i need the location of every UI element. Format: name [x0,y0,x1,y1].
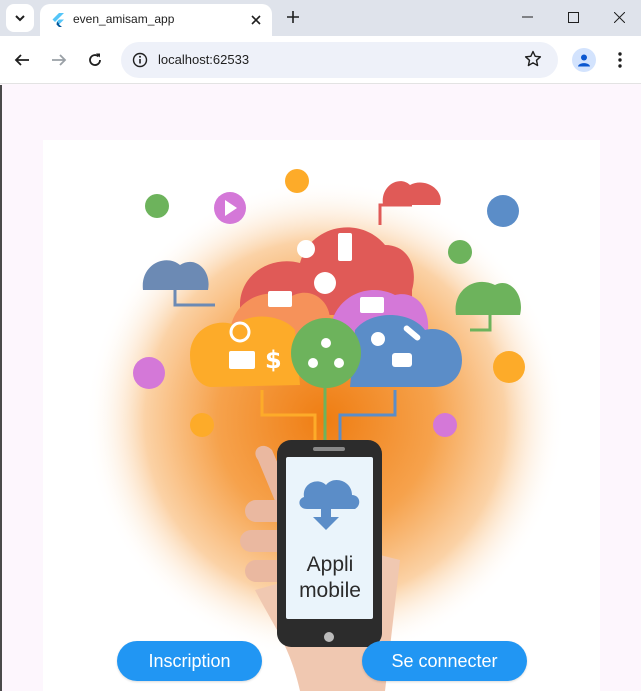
smartphone: Appli mobile [277,440,382,647]
phone-text-line2: mobile [299,579,361,602]
profile-button[interactable] [572,48,596,72]
phone-speaker [313,447,345,451]
page-viewport: $ Appli mobile Inscription Se connecter [0,85,641,691]
coffee-cup-icon [392,353,412,367]
tab-strip: even_amisam_app [0,0,641,36]
browser-toolbar: localhost:62533 [0,36,641,84]
briefcase-icon [268,291,292,307]
car-icon [448,240,472,264]
login-button[interactable]: Se connecter [362,641,527,681]
music-note-icon [487,195,519,227]
map-pin-icon [371,332,385,346]
phone-text-line1: Appli [307,553,354,576]
phone-home-button [324,632,334,642]
forward-button[interactable] [45,46,73,74]
network-node-left-icon [308,358,318,368]
maximize-icon [567,11,579,23]
dollar-icon: $ [265,346,282,374]
minimize-button[interactable] [504,0,550,34]
close-window-button[interactable] [596,0,641,34]
restaurant-icon [433,413,457,437]
cocktail-cloud-icon [382,181,441,205]
back-button[interactable] [8,46,36,74]
tab-search-button[interactable] [6,4,34,32]
new-tab-button[interactable] [282,6,304,28]
chevron-down-icon [15,15,25,22]
tab-close-button[interactable] [246,10,266,30]
maximize-button[interactable] [550,0,596,34]
rss-feed-icon [493,351,525,383]
reload-icon [89,53,101,66]
reload-button[interactable] [81,46,109,74]
headphones-icon [145,194,169,218]
flutter-icon [52,13,64,27]
more-vert-icon [618,52,622,68]
signup-button[interactable]: Inscription [117,641,262,681]
minimize-icon [521,16,533,18]
mobile-app-illustration: $ Appli mobile [85,169,565,691]
browser-menu-button[interactable] [608,48,632,72]
chat-bubble-icon [314,272,336,294]
browser-tab[interactable]: even_amisam_app [40,4,272,36]
network-node-right-icon [334,358,344,368]
ticket-icon [285,169,309,193]
camera-icon [133,357,165,389]
address-bar[interactable]: localhost:62533 [121,42,558,78]
info-icon[interactable] [132,52,148,68]
open-book-icon [229,351,255,369]
bookmark-star-icon[interactable] [524,50,542,68]
network-node-icon [321,338,331,348]
globe-icon [190,413,214,437]
cloud-green-hub [291,318,361,388]
person-icon [578,54,590,67]
smartphone-icon [338,233,352,261]
settings-gear-icon [297,240,315,258]
credit-card-icon [360,297,384,313]
tab-title: even_amisam_app [73,12,175,26]
close-window-icon [613,11,625,23]
back-arrow-icon [14,54,29,66]
forward-arrow-icon [52,54,67,66]
close-icon [251,15,261,25]
plus-icon [287,11,299,23]
url-text[interactable]: localhost:62533 [158,52,249,67]
